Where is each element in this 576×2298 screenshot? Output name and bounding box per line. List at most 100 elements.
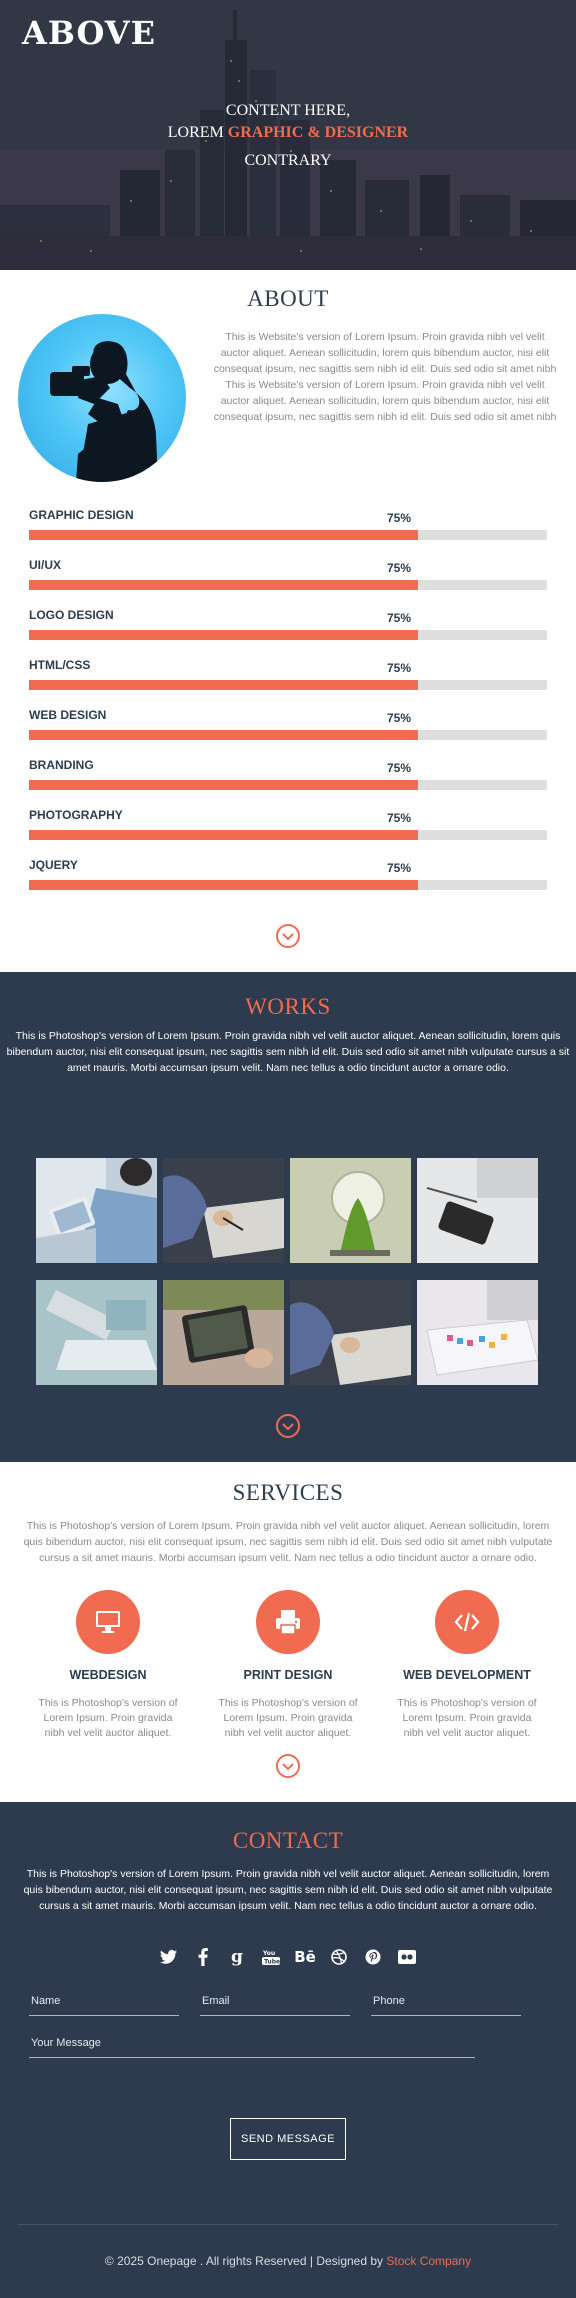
skill-progress-fill bbox=[29, 580, 418, 590]
skill-progress-fill bbox=[29, 530, 418, 540]
skill-percent: 75% bbox=[387, 861, 412, 875]
skill-row: UI/UX 75% bbox=[29, 555, 547, 605]
scroll-down-button-works[interactable] bbox=[276, 1414, 300, 1438]
skill-percent: 75% bbox=[387, 511, 412, 525]
footer-brand-link[interactable]: Stock Company bbox=[386, 2254, 471, 2268]
dribbble-icon[interactable] bbox=[329, 1947, 349, 1967]
youtube-icon[interactable]: You Tube bbox=[261, 1947, 281, 1967]
skill-row: HTML/CSS 75% bbox=[29, 655, 547, 705]
service-title: WEBDESIGN bbox=[69, 1668, 147, 1682]
footer-copyright: © 2025 Onepage . All rights Reserved | D… bbox=[104, 2254, 384, 2268]
pinterest-icon[interactable] bbox=[363, 1947, 383, 1967]
skill-percent: 75% bbox=[387, 661, 412, 675]
skill-name: LOGO DESIGN bbox=[29, 608, 114, 622]
name-field[interactable] bbox=[29, 1986, 179, 2016]
skill-percent: 75% bbox=[387, 561, 412, 575]
photographer-photo bbox=[18, 314, 186, 482]
contact-section: CONTACT This is Photoshop's version of L… bbox=[0, 1802, 576, 2298]
service-webdesign: WEBDESIGN This is Photoshop's version of… bbox=[23, 1590, 193, 1741]
lightbulb-plant-image bbox=[290, 1158, 411, 1263]
behance-icon[interactable]: Bē bbox=[294, 1947, 316, 1967]
skill-name: WEB DESIGN bbox=[29, 708, 107, 722]
flickr-icon[interactable] bbox=[397, 1947, 417, 1967]
service-text: This is Photoshop's version of Lorem Ips… bbox=[397, 1697, 537, 1739]
footer: © 2025 Onepage . All rights Reserved | D… bbox=[0, 2254, 576, 2268]
site-logo[interactable]: ABOVE bbox=[22, 14, 156, 52]
skill-progress-fill bbox=[29, 630, 418, 640]
skill-progress-track bbox=[29, 880, 547, 890]
skill-progress-track bbox=[29, 680, 547, 690]
skill-name: GRAPHIC DESIGN bbox=[29, 508, 134, 522]
skill-percent: 75% bbox=[387, 761, 412, 775]
skill-progress-fill bbox=[29, 680, 418, 690]
hero-line-2: LOREM GRAPHIC & DESIGNER bbox=[0, 122, 576, 144]
scroll-down-button-services[interactable] bbox=[276, 1754, 300, 1778]
writing-notebook-2-image bbox=[290, 1280, 411, 1385]
works-title: WORKS bbox=[245, 994, 331, 1019]
laptop-desk-image bbox=[36, 1280, 157, 1385]
chevron-down-icon bbox=[282, 933, 294, 941]
phone-field[interactable] bbox=[371, 1986, 521, 2016]
facebook-icon[interactable] bbox=[193, 1947, 213, 1967]
portfolio-thumb-1[interactable] bbox=[36, 1158, 157, 1263]
service-web-development: WEB DEVELOPMENT This is Photoshop's vers… bbox=[382, 1590, 552, 1741]
email-field[interactable] bbox=[200, 1986, 350, 2016]
skill-row: WEB DESIGN 75% bbox=[29, 705, 547, 755]
skill-progress-fill bbox=[29, 780, 418, 790]
works-text: This is Photoshop's version of Lorem Ips… bbox=[6, 1030, 570, 1074]
skill-percent: 75% bbox=[387, 611, 412, 625]
hero-line-3: CONTRARY bbox=[244, 152, 332, 169]
tablet-reading-image bbox=[163, 1280, 284, 1385]
service-icon-circle[interactable] bbox=[76, 1590, 140, 1654]
photographer-silhouette bbox=[50, 341, 158, 482]
desk-phone-image bbox=[417, 1158, 538, 1263]
portfolio-thumb-6[interactable] bbox=[163, 1280, 284, 1385]
writing-notebook-image bbox=[163, 1158, 284, 1263]
skill-row: GRAPHIC DESIGN 75% bbox=[29, 505, 547, 555]
hero-line-2-prefix: LOREM bbox=[167, 124, 224, 141]
svg-text:You: You bbox=[262, 1950, 275, 1957]
portfolio-thumb-3[interactable] bbox=[290, 1158, 411, 1263]
monitor-icon bbox=[96, 1611, 120, 1633]
scroll-down-button-about[interactable] bbox=[276, 924, 300, 948]
service-icon-circle[interactable] bbox=[256, 1590, 320, 1654]
message-field[interactable] bbox=[29, 2028, 475, 2058]
portfolio-thumb-5[interactable] bbox=[36, 1280, 157, 1385]
skill-progress-track bbox=[29, 530, 547, 540]
portfolio-thumb-7[interactable] bbox=[290, 1280, 411, 1385]
skill-progress-fill bbox=[29, 730, 418, 740]
service-text: This is Photoshop's version of Lorem Ips… bbox=[218, 1697, 358, 1739]
page: ABOVE CONTENT HERE, LOREM GRAPHIC & DESI… bbox=[0, 0, 576, 2298]
skill-name: HTML/CSS bbox=[29, 658, 91, 672]
about-text: This is Website's version of Lorem Ipsum… bbox=[213, 331, 557, 423]
hero-line-1: CONTENT HERE, bbox=[225, 102, 351, 119]
service-icon-circle[interactable] bbox=[435, 1590, 499, 1654]
hero-line-2-accent: GRAPHIC & DESIGNER bbox=[227, 124, 409, 141]
skill-row: JQUERY 75% bbox=[29, 855, 547, 905]
footer-divider bbox=[18, 2224, 558, 2225]
imac-keyboard-image bbox=[417, 1280, 538, 1385]
twitter-icon[interactable] bbox=[159, 1947, 179, 1967]
skills-list: GRAPHIC DESIGN 75% UI/UX 75% LOGO DESIGN 75% H… bbox=[29, 505, 547, 905]
google-plus-icon[interactable]: g bbox=[227, 1947, 247, 1967]
skill-name: BRANDING bbox=[29, 758, 94, 772]
skill-name: UI/UX bbox=[29, 558, 62, 572]
works-section: WORKS This is Photoshop's version of Lor… bbox=[0, 972, 576, 1462]
portfolio-thumb-8[interactable] bbox=[417, 1280, 538, 1385]
send-message-button[interactable]: SEND MESSAGE bbox=[230, 2118, 346, 2160]
svg-text:Tube: Tube bbox=[264, 1959, 280, 1966]
skill-row: LOGO DESIGN 75% bbox=[29, 605, 547, 655]
chevron-down-icon bbox=[282, 1763, 294, 1771]
skill-progress-track bbox=[29, 630, 547, 640]
contact-title: CONTACT bbox=[232, 1828, 344, 1853]
social-links: g You Tube Bē bbox=[0, 1946, 576, 1968]
skill-progress-fill bbox=[29, 830, 418, 840]
skill-progress-track bbox=[29, 780, 547, 790]
tablet-on-lap-image bbox=[36, 1158, 157, 1263]
portfolio-thumb-2[interactable] bbox=[163, 1158, 284, 1263]
portfolio-thumb-4[interactable] bbox=[417, 1158, 538, 1263]
service-text: This is Photoshop's version of Lorem Ips… bbox=[38, 1697, 178, 1739]
hero-banner: ABOVE CONTENT HERE, LOREM GRAPHIC & DESI… bbox=[0, 0, 576, 270]
contact-text: This is Photoshop's version of Lorem Ips… bbox=[23, 1868, 553, 1912]
skill-progress-fill bbox=[29, 880, 418, 890]
